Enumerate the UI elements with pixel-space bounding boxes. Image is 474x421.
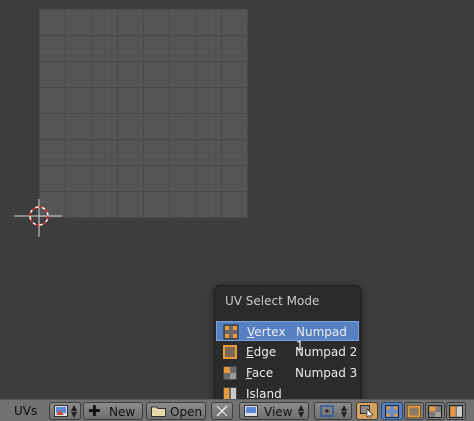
face-select-mode-button[interactable] [425,402,445,420]
menu-item-label: Edge [246,345,277,359]
plus-icon: ✚ [88,402,101,420]
uv-editor-header: UVs ▲ ▼ ✚ New Open View ▲ ▼ ▲ ▼ [0,399,474,421]
uv-select-mode-menu: UV Select Mode Vertex Numpad 1 Edge Nump… [214,285,361,405]
menu-item-shortcut: Numpad 2 [295,345,358,359]
edge-mode-icon [222,344,238,360]
open-image-button[interactable]: Open [146,402,206,420]
island-select-icon [449,405,463,418]
pivot-icon [320,405,334,417]
uvs-menu[interactable]: UVs [14,404,37,418]
pivot-point-dropdown[interactable]: ▲ ▼ [314,402,352,420]
island-select-mode-button[interactable] [446,402,466,420]
chevron-updown-icon: ▲ ▼ [341,403,348,419]
face-select-icon [428,405,442,418]
image-browse-button[interactable]: ▲ ▼ [49,402,81,420]
vertex-select-mode-button[interactable] [381,402,403,420]
image-editor-icon [244,405,258,417]
view-menu[interactable]: View ▲ ▼ [239,402,309,420]
menu-item-label: Face [246,366,274,380]
view-menu-label: View [264,405,293,419]
menu-title: UV Select Mode [225,294,320,308]
cursor-select-icon [360,405,374,418]
menu-item-vertex[interactable]: Vertex Numpad 1 [216,321,359,353]
2d-cursor-icon[interactable] [14,199,62,237]
edge-select-icon [407,405,421,418]
vertex-select-icon [385,405,399,418]
face-mode-icon [222,365,238,381]
open-button-label: Open [170,405,203,419]
vertex-mode-icon [223,324,239,340]
menu-item-shortcut: Numpad 3 [295,366,358,380]
pin-image-button[interactable] [211,402,233,420]
sync-selection-button[interactable] [356,402,378,420]
chevron-updown-icon: ▲ ▼ [298,403,305,419]
menu-item-label: Vertex [247,325,286,339]
chevron-updown-icon: ▲ ▼ [71,403,78,419]
folder-icon [151,406,166,417]
menu-item-face[interactable]: Face Numpad 3 [216,363,359,383]
new-button-label: New [109,405,136,419]
menu-item-edge[interactable]: Edge Numpad 2 [216,342,359,362]
uv-image-grid [39,9,248,218]
pin-icon [216,405,228,417]
new-image-button[interactable]: ✚ New [83,402,143,420]
image-icon [54,405,68,417]
edge-select-mode-button[interactable] [404,402,424,420]
